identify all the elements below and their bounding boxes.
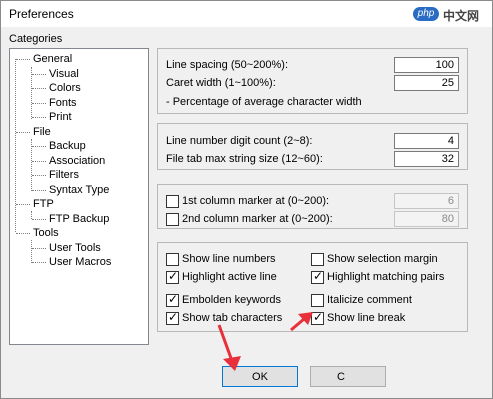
categories-tree[interactable]: General Visual Colors Fonts Print File B…: [9, 48, 149, 345]
first-column-marker-checkbox[interactable]: 1st column marker at (0~200):: [166, 195, 356, 209]
arrow-to-line-break-icon: [290, 312, 313, 332]
checkbox-box: ✓: [166, 310, 179, 325]
show-selection-margin-checkbox[interactable]: ✓ Show selection margin: [311, 253, 461, 267]
show-line-break-label: Show line break: [327, 312, 406, 324]
tree-connector: [31, 240, 32, 263]
highlight-matching-pairs-checkbox[interactable]: ✓ Highlight matching pairs: [311, 269, 461, 285]
caret-width-label: Caret width (1~100%):: [166, 77, 276, 89]
column-marker-group: 1st column marker at (0~200): 6 2nd colu…: [157, 184, 468, 229]
tree-item-ftp-backup[interactable]: FTP Backup: [49, 213, 109, 225]
check-mark-icon: ✓: [313, 269, 324, 283]
tab-max-label: File tab max string size (12~60):: [166, 153, 323, 165]
watermark-text: 中文网: [443, 9, 480, 23]
watermark: php 中文网: [413, 7, 492, 23]
tree-item-general[interactable]: General: [33, 53, 72, 65]
italicize-comment-label: Italicize comment: [327, 294, 412, 306]
tree-item-tools[interactable]: Tools: [33, 227, 59, 239]
categories-label: Categories: [9, 33, 63, 45]
embolden-keywords-label: Embolden keywords: [182, 294, 282, 306]
tree-item-visual[interactable]: Visual: [49, 68, 79, 80]
window-title: Preferences: [9, 7, 74, 21]
tree-item-user-macros[interactable]: User Macros: [49, 256, 111, 268]
caret-width-note: - Percentage of average character width: [166, 96, 362, 108]
checkbox-box: ✓: [311, 294, 324, 307]
checkbox-box: ✓: [166, 292, 179, 307]
preferences-window: Preferences php 中文网 Categories General V…: [0, 0, 493, 399]
tree-item-file[interactable]: File: [33, 126, 51, 138]
tree-item-print[interactable]: Print: [49, 111, 72, 123]
first-column-marker-input: 6: [394, 193, 459, 209]
check-mark-icon: ✓: [168, 310, 179, 324]
tree-item-colors[interactable]: Colors: [49, 82, 81, 94]
second-column-marker-checkbox[interactable]: 2nd column marker at (0~200):: [166, 213, 356, 227]
check-mark-icon: ✓: [168, 292, 179, 306]
italicize-comment-checkbox[interactable]: ✓ Italicize comment: [311, 294, 461, 308]
highlight-matching-pairs-label: Highlight matching pairs: [327, 271, 445, 283]
tree-item-filters[interactable]: Filters: [49, 169, 79, 181]
digit-count-label: Line number digit count (2~8):: [166, 135, 313, 147]
spacing-group: Line spacing (50~200%): 100 Caret width …: [157, 48, 468, 114]
highlight-active-line-label: Highlight active line: [182, 271, 277, 283]
checkbox-box: ✓: [311, 269, 324, 284]
watermark-logo: php: [413, 7, 439, 21]
line-spacing-label: Line spacing (50~200%):: [166, 59, 288, 71]
tab-max-input[interactable]: 32: [394, 151, 459, 167]
tree-item-ftp[interactable]: FTP: [33, 198, 54, 210]
caret-width-input[interactable]: 25: [394, 75, 459, 91]
second-column-marker-label: 2nd column marker at (0~200):: [182, 213, 333, 225]
digit-count-input[interactable]: 4: [394, 133, 459, 149]
tree-item-backup[interactable]: Backup: [49, 140, 86, 152]
check-mark-icon: ✓: [168, 269, 179, 283]
tree-connector: [15, 59, 16, 232]
checkbox-box: [166, 213, 179, 226]
tree-item-fonts[interactable]: Fonts: [49, 97, 77, 109]
checkbox-box: [166, 195, 179, 208]
show-selection-margin-label: Show selection margin: [327, 253, 438, 265]
checkbox-box: ✓: [166, 269, 179, 284]
show-line-numbers-label: Show line numbers: [182, 253, 276, 265]
tree-item-association[interactable]: Association: [49, 155, 105, 167]
checkbox-box: ✓: [166, 253, 179, 266]
line-number-group: Line number digit count (2~8): 4 File ta…: [157, 123, 468, 170]
title-bar: Preferences php 中文网: [1, 1, 492, 27]
show-line-break-checkbox[interactable]: ✓ Show line break: [311, 310, 461, 326]
cancel-button[interactable]: C: [310, 366, 386, 387]
embolden-keywords-checkbox[interactable]: ✓ Embolden keywords: [166, 292, 301, 308]
tree-item-user-tools[interactable]: User Tools: [49, 242, 101, 254]
second-column-marker-input: 80: [394, 211, 459, 227]
tree-connector: [31, 211, 32, 219]
show-line-numbers-checkbox[interactable]: ✓ Show line numbers: [166, 253, 301, 267]
tree-item-syntax-type[interactable]: Syntax Type: [49, 184, 109, 196]
highlight-active-line-checkbox[interactable]: ✓ Highlight active line: [166, 269, 301, 285]
checkbox-box: ✓: [311, 253, 324, 266]
line-spacing-input[interactable]: 100: [394, 57, 459, 73]
first-column-marker-label: 1st column marker at (0~200):: [182, 195, 330, 207]
arrow-to-ok-icon: [217, 324, 241, 371]
